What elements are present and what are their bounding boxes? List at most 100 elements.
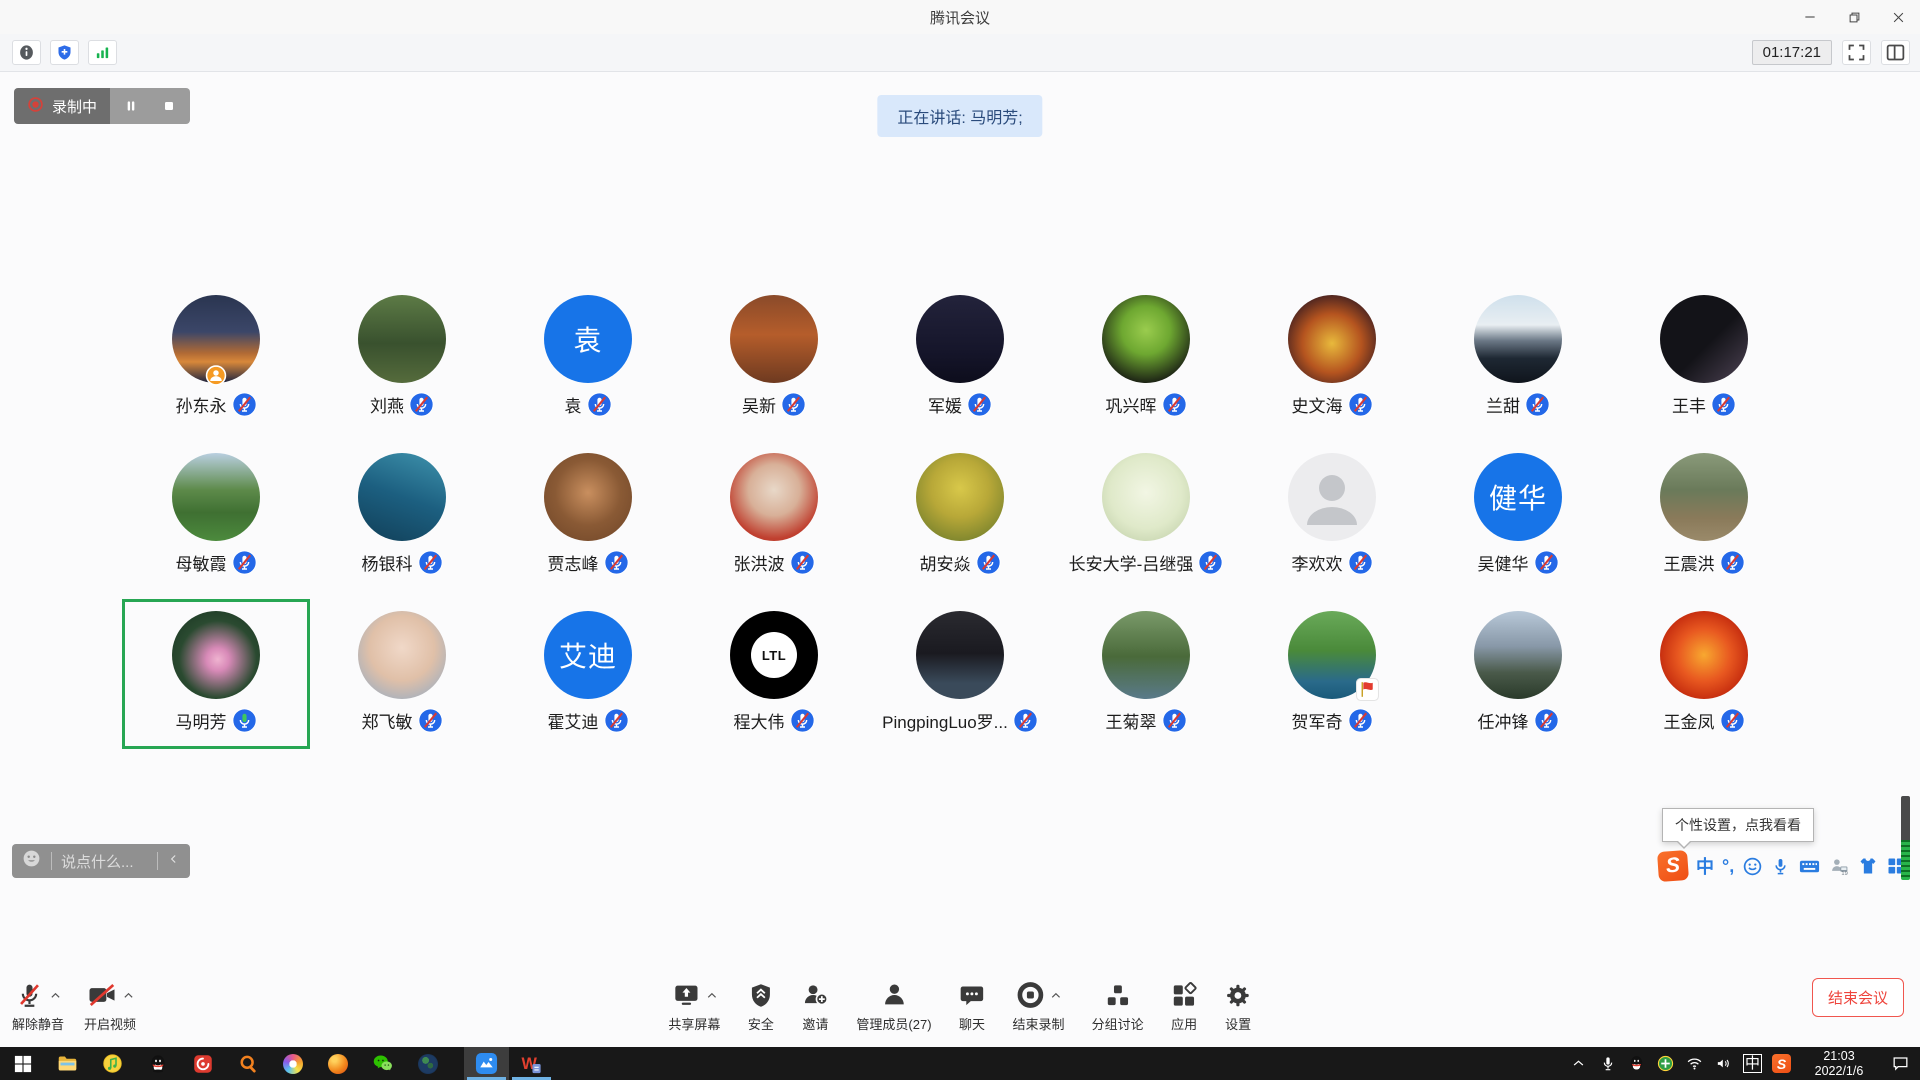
participant-tile[interactable]: 孙东永: [140, 295, 292, 417]
taskbar-firefox[interactable]: [315, 1047, 360, 1080]
participant-tile[interactable]: 贺军奇: [1256, 611, 1408, 733]
toolbar-stop-record[interactable]: 结束录制: [1013, 979, 1065, 1033]
participant-name: 贾志峰: [548, 550, 599, 575]
tray-wifi[interactable]: [1680, 1047, 1709, 1080]
participant-tile[interactable]: LTL 程大伟: [698, 611, 850, 733]
ime-punct-icon[interactable]: °,: [1722, 856, 1734, 877]
participant-tile[interactable]: 贾志峰: [512, 453, 664, 575]
participant-name: 王丰: [1672, 392, 1706, 417]
participant-tile[interactable]: 长安大学-吕继强: [1070, 453, 1222, 575]
start-icon: [14, 1055, 32, 1073]
taskbar-qq-music[interactable]: [90, 1047, 135, 1080]
avatar: [730, 295, 818, 383]
taskbar-clock[interactable]: 21:03 2022/1/6: [1801, 1049, 1877, 1079]
tray-mic[interactable]: [1593, 1047, 1622, 1080]
minimize-button[interactable]: [1788, 0, 1832, 34]
toolbar-members[interactable]: 管理成员(27): [856, 979, 931, 1033]
taskbar-search[interactable]: [225, 1047, 270, 1080]
tray-shield[interactable]: [1651, 1047, 1680, 1080]
participant-name-row: PingpingLuo罗...: [882, 708, 1038, 733]
participant-tile[interactable]: 胡安焱: [884, 453, 1036, 575]
participant-tile[interactable]: 健华 吴健华: [1442, 453, 1594, 575]
chevron-up-icon[interactable]: [1050, 990, 1061, 1001]
toolbar-label: 安全: [748, 1014, 774, 1033]
participant-tile[interactable]: 李欢欢: [1256, 453, 1408, 575]
tray-ime-indicator[interactable]: 中: [1738, 1047, 1767, 1080]
toolbar-settings[interactable]: 设置: [1225, 979, 1252, 1033]
chevron-up-icon[interactable]: [123, 990, 134, 1001]
tray-chevron[interactable]: [1564, 1047, 1593, 1080]
ime-person-icon[interactable]: 19: [1829, 856, 1850, 877]
taskbar-qq[interactable]: [135, 1047, 180, 1080]
participant-tile[interactable]: 史文海: [1256, 295, 1408, 417]
action-center-button[interactable]: [1882, 1047, 1918, 1080]
network-signal-button[interactable]: [88, 40, 117, 65]
sogou-logo-icon[interactable]: S: [1658, 851, 1688, 881]
participant-tile[interactable]: 王震洪: [1628, 453, 1780, 575]
taskbar-explorer[interactable]: [45, 1047, 90, 1080]
tray-sogou[interactable]: S: [1767, 1047, 1796, 1080]
participant-tile[interactable]: 王菊翠: [1070, 611, 1222, 733]
ime-keyboard-icon[interactable]: [1798, 855, 1821, 878]
chevron-up-icon[interactable]: [706, 990, 717, 1001]
taskbar-tencent-meeting[interactable]: [464, 1047, 509, 1080]
collapse-chat-icon[interactable]: [167, 852, 181, 871]
toolbar-apps[interactable]: 应用: [1171, 979, 1198, 1033]
toolbar-chat[interactable]: 聊天: [959, 979, 986, 1033]
participant-name: 巩兴晖: [1106, 392, 1157, 417]
emoji-icon[interactable]: [21, 848, 42, 874]
toolbar-breakout[interactable]: 分组讨论: [1092, 979, 1144, 1033]
toolbar-share-screen[interactable]: 共享屏幕: [668, 979, 720, 1033]
participant-name: 张洪波: [734, 550, 785, 575]
toolbar-security[interactable]: 安全: [747, 979, 774, 1033]
participant-tile[interactable]: 杨银科: [326, 453, 478, 575]
taskbar-globe[interactable]: [405, 1047, 450, 1080]
ime-mic-icon[interactable]: [1771, 857, 1790, 876]
participant-tile[interactable]: 郑飞敏: [326, 611, 478, 733]
avatar: [1288, 453, 1376, 541]
participant-tile[interactable]: 艾迪 霍艾迪: [512, 611, 664, 733]
participant-tile[interactable]: 袁 袁: [512, 295, 664, 417]
participant-tile[interactable]: 王丰: [1628, 295, 1780, 417]
flag-badge-icon: [1356, 678, 1379, 701]
toolbar-mic-slash[interactable]: 解除静音: [12, 979, 64, 1033]
participant-tile[interactable]: 王金凤: [1628, 611, 1780, 733]
taskbar-wechat[interactable]: [360, 1047, 405, 1080]
participant-tile[interactable]: 母敏霞: [140, 453, 292, 575]
chat-input[interactable]: 说点什么...: [12, 844, 190, 878]
ime-zh-icon[interactable]: 中: [1696, 853, 1714, 879]
meeting-info-button[interactable]: [12, 40, 41, 65]
taskbar-netease-music[interactable]: [180, 1047, 225, 1080]
participant-tile[interactable]: PingpingLuo罗...: [884, 611, 1036, 733]
participant-tile[interactable]: 军媛: [884, 295, 1036, 417]
participant-tile[interactable]: 张洪波: [698, 453, 850, 575]
participant-tile[interactable]: 刘燕: [326, 295, 478, 417]
globe-icon: [418, 1054, 438, 1074]
toolbar-invite[interactable]: 邀请: [801, 979, 829, 1033]
fullscreen-button[interactable]: [1842, 40, 1871, 65]
tray-qq[interactable]: [1622, 1047, 1651, 1080]
chevron-up-icon[interactable]: [50, 990, 61, 1001]
pause-recording-button[interactable]: [116, 92, 146, 120]
health-shield-button[interactable]: [50, 40, 79, 65]
participant-tile[interactable]: 马明芳: [140, 611, 292, 733]
status-bar: 01:17:21: [0, 34, 1920, 72]
tray-volume[interactable]: [1709, 1047, 1738, 1080]
restore-button[interactable]: [1832, 0, 1876, 34]
layout-switch-button[interactable]: [1881, 40, 1910, 65]
stop-recording-button[interactable]: [154, 92, 184, 120]
taskbar-browser[interactable]: [270, 1047, 315, 1080]
participant-tile[interactable]: 兰甜: [1442, 295, 1594, 417]
close-button[interactable]: [1876, 0, 1920, 34]
participant-tile[interactable]: 任冲锋: [1442, 611, 1594, 733]
toolbar-left-group: 解除静音 开启视频: [12, 979, 136, 1033]
mic-muted-icon: [1529, 708, 1559, 733]
ime-skin-icon[interactable]: [1858, 856, 1878, 876]
participant-tile[interactable]: 巩兴晖: [1070, 295, 1222, 417]
end-meeting-button[interactable]: 结束会议: [1812, 978, 1904, 1017]
toolbar-cam-slash[interactable]: 开启视频: [84, 979, 136, 1033]
ime-smiley-icon[interactable]: [1742, 856, 1763, 877]
taskbar-wps[interactable]: W: [509, 1047, 554, 1080]
participant-tile[interactable]: 吴新: [698, 295, 850, 417]
taskbar-start[interactable]: [0, 1047, 45, 1080]
